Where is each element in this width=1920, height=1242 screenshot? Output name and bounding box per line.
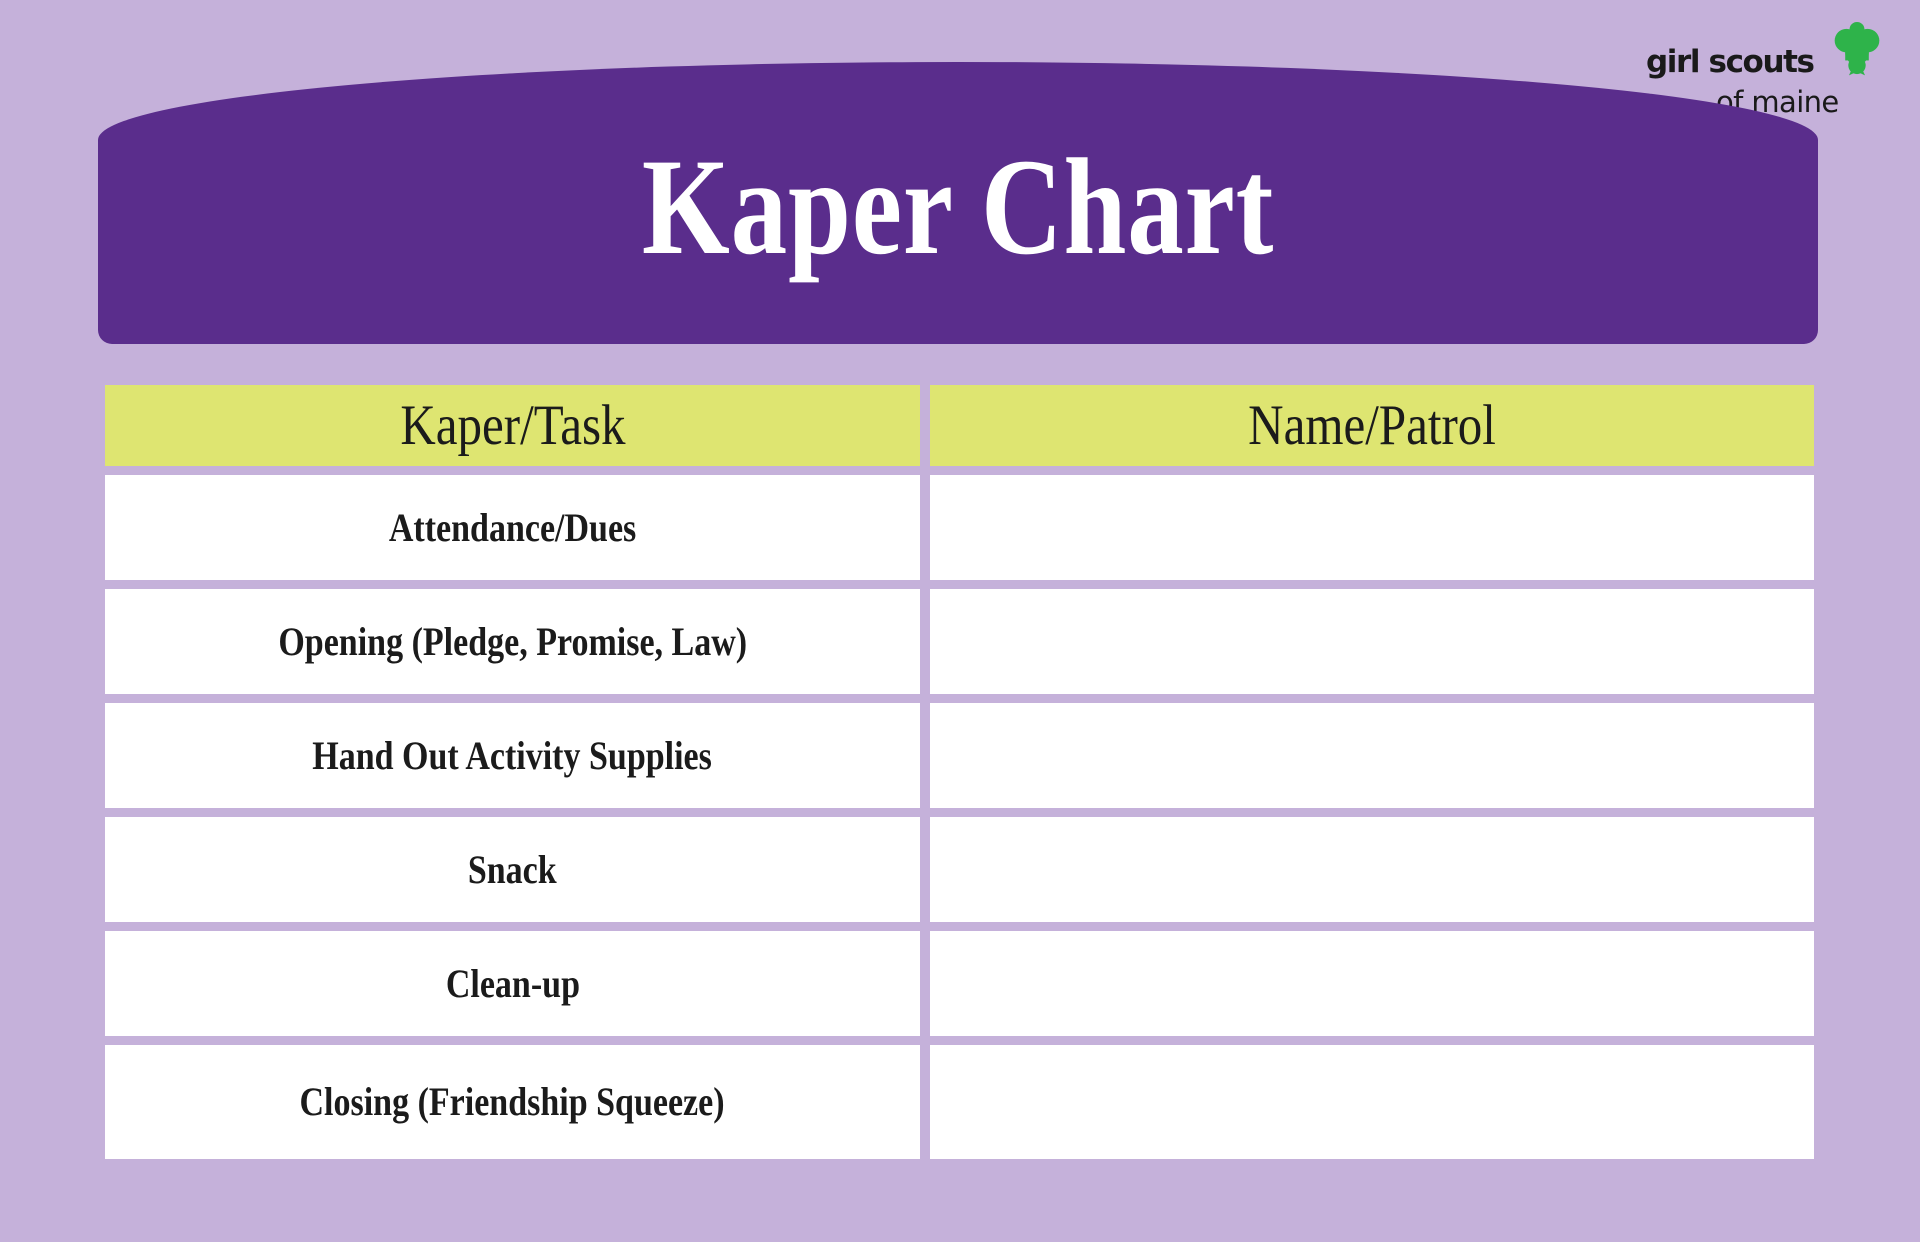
task-label: Opening (Pledge, Promise, Law) (278, 618, 747, 664)
table-header-row: Kaper/Task Name/Patrol (105, 385, 1814, 475)
name-patrol-cell[interactable] (930, 475, 1814, 589)
task-label: Closing (Friendship Squeeze) (299, 1079, 726, 1124)
name-patrol-cell[interactable] (930, 931, 1814, 1045)
logo-wordmark: girl scouts (1646, 44, 1815, 80)
task-label: Attendance/Dues (388, 504, 637, 550)
task-cell: Hand Out Activity Supplies (105, 703, 930, 817)
name-patrol-cell[interactable] (930, 703, 1814, 817)
table-row: Snack (105, 817, 1814, 931)
table-row: Clean-up (105, 931, 1814, 1045)
name-patrol-cell[interactable] (930, 589, 1814, 703)
column-header-name-patrol: Name/Patrol (930, 385, 1814, 475)
title-banner: Kaper Chart (98, 62, 1818, 344)
task-label: Clean-up (445, 960, 580, 1006)
task-cell: Snack (105, 817, 930, 931)
task-label: Hand Out Activity Supplies (312, 732, 713, 778)
page-title: Kaper Chart (641, 130, 1275, 283)
trefoil-icon (1834, 22, 1880, 76)
task-cell: Clean-up (105, 931, 930, 1045)
table-row: Closing (Friendship Squeeze) (105, 1045, 1814, 1159)
table-row: Opening (Pledge, Promise, Law) (105, 589, 1814, 703)
table-row: Hand Out Activity Supplies (105, 703, 1814, 817)
column-header-name-patrol-label: Name/Patrol (1248, 394, 1496, 457)
table-row: Attendance/Dues (105, 475, 1814, 589)
task-cell: Attendance/Dues (105, 475, 930, 589)
kaper-chart-table: Kaper/Task Name/Patrol Attendance/Dues O… (105, 385, 1814, 1159)
table-body: Attendance/Dues Opening (Pledge, Promise… (105, 475, 1814, 1159)
column-header-kaper-task: Kaper/Task (105, 385, 930, 475)
task-cell: Opening (Pledge, Promise, Law) (105, 589, 930, 703)
task-cell: Closing (Friendship Squeeze) (105, 1045, 930, 1159)
task-label: Snack (468, 846, 557, 892)
name-patrol-cell[interactable] (930, 1045, 1814, 1159)
column-header-kaper-task-label: Kaper/Task (399, 394, 626, 457)
name-patrol-cell[interactable] (930, 817, 1814, 931)
